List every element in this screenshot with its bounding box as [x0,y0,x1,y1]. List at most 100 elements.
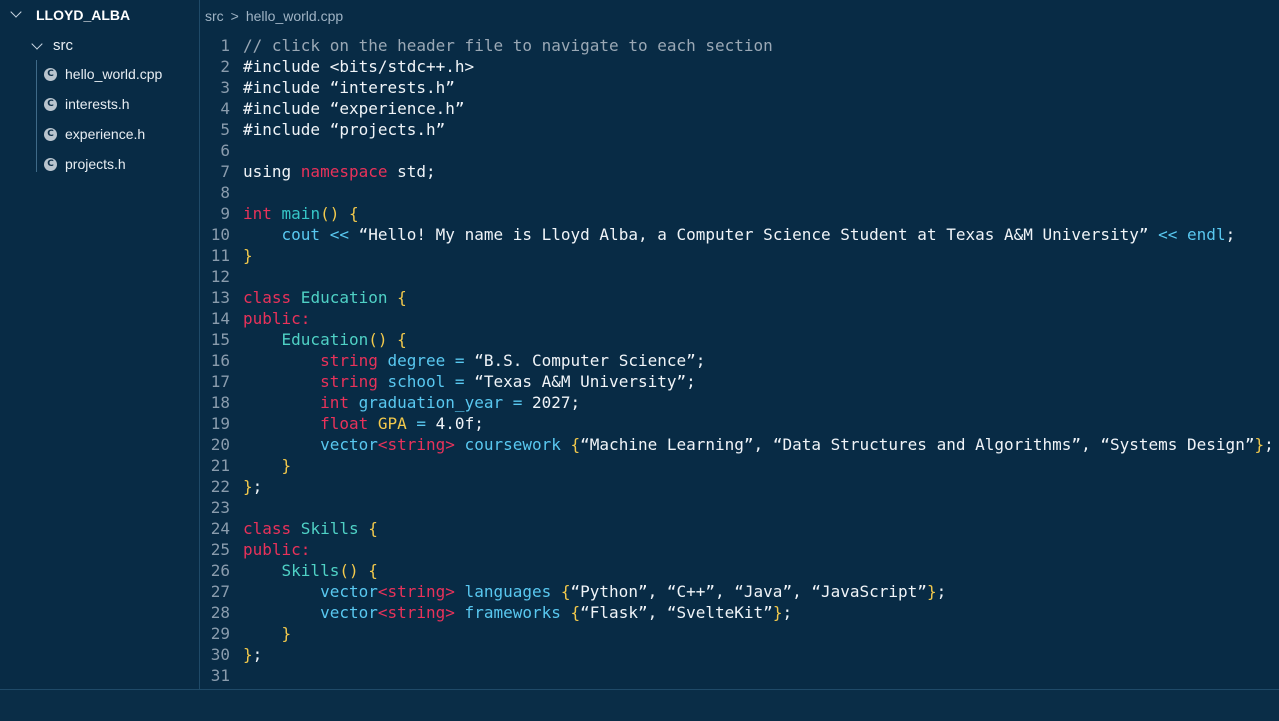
code-token: ; [252,477,263,496]
code-template-arg: <string> [377,435,455,454]
code-brace: } [772,603,783,622]
code-token: std; [387,162,436,181]
code-brace: } [1254,435,1265,454]
code-line: }; [243,476,262,497]
line-number: 31 [210,666,230,685]
file-item-label: hello_world.cpp [65,66,163,82]
code-operator: << [320,225,349,244]
code-class-name: Education [243,330,369,349]
code-class-name: Education [291,288,388,307]
code-string: “B.S. Computer Science”; [464,351,706,370]
code-line: using namespace std; [243,161,436,182]
code-variable: school [377,372,446,391]
code-number: 4.0f; [426,414,484,433]
workspace-root-label: LLOYD_ALBA [36,7,131,23]
code-token: ; [1264,435,1274,454]
code-line: Skills() { [243,560,378,581]
code-line: vector<string> languages {“Python”, “C++… [243,581,946,602]
code-token: ; [1225,225,1236,244]
code-editor[interactable]: 1 // click on the header file to navigate… [200,35,1279,687]
code-variable: GPA [368,414,407,433]
code-brace: { [560,603,581,622]
header-file-icon: C [44,158,57,171]
code-line: string school = “Texas A&M University”; [243,371,696,392]
code-line: Education() { [243,329,407,350]
code-brace: } [926,582,937,601]
cpp-file-icon: C [44,68,57,81]
line-number: 2 [220,57,230,76]
code-keyword: namespace [300,162,388,181]
chevron-down-icon[interactable] [10,6,22,18]
line-number: 20 [210,435,230,454]
workspace-root[interactable]: LLOYD_ALBA [0,0,199,30]
line-number: 26 [210,561,230,580]
code-type: vector [243,582,378,601]
code-line: vector<string> frameworks {“Flask”, “Sve… [243,602,792,623]
breadcrumb: src > hello_world.cpp [205,8,343,24]
code-keyword: class [243,519,292,538]
code-keyword: int [243,204,272,223]
breadcrumb-folder[interactable]: src [205,8,224,24]
file-item-label: projects.h [65,156,126,172]
code-string: “Hello! My name is Lloyd Alba, a Compute… [348,225,1149,244]
code-variable: coursework [454,435,561,454]
file-item-experience[interactable]: C experience.h [44,122,194,148]
code-token: ; [252,645,263,664]
code-brace: } [243,624,292,643]
file-explorer: LLOYD_ALBA src C hello_world.cpp C inter… [0,0,200,689]
folder-src-label: src [53,37,73,54]
file-item-label: experience.h [65,126,146,142]
code-line: }; [243,644,262,665]
folder-src[interactable]: src [0,31,199,59]
code-variable: degree [377,351,446,370]
line-number: 9 [220,204,230,223]
code-operator: = [445,372,465,391]
breadcrumb-file[interactable]: hello_world.cpp [246,8,343,24]
line-number: 23 [210,498,230,517]
code-variable: cout [243,225,321,244]
code-string: “Python”, “C++”, “Java”, “JavaScript” [570,582,927,601]
code-operator: = [503,393,523,412]
code-variable: languages [454,582,552,601]
header-file-icon: C [44,128,57,141]
code-type: string [243,351,378,370]
code-template-arg: <string> [377,603,455,622]
line-number: 7 [220,162,230,181]
code-line: class Skills { [243,518,378,539]
code-brace: } [243,246,253,265]
tree-indent-guide [36,60,37,172]
code-brace: { [551,582,571,601]
code-comment: // click on the header file to navigate … [243,36,773,55]
code-line: int main() { [243,203,359,224]
file-item-hello-world[interactable]: C hello_world.cpp [44,62,194,88]
code-type: string [243,372,378,391]
line-number: 14 [210,309,230,328]
code-brace: } [243,645,253,664]
code-number: 2027; [522,393,581,412]
line-number: 18 [210,393,230,412]
line-number: 17 [210,372,230,391]
code-include: #include “projects.h” [243,120,446,139]
code-class-name: Skills [291,519,359,538]
code-function: main [271,204,321,223]
code-include: #include <bits/stdc++.h> [243,57,475,76]
code-token: ; [782,603,793,622]
code-operator: << [1148,225,1178,244]
file-item-interests[interactable]: C interests.h [44,92,194,118]
code-line: int graduation_year = 2027; [243,392,580,413]
code-template-arg: <string> [377,582,455,601]
code-keyword: public: [243,540,311,559]
line-number: 16 [210,351,230,370]
code-variable: frameworks [454,603,561,622]
line-number: 5 [220,120,230,139]
line-number: 25 [210,540,230,559]
line-number: 28 [210,603,230,622]
chevron-down-icon[interactable] [31,38,43,50]
file-item-projects[interactable]: C projects.h [44,152,194,178]
line-number: 1 [220,36,230,55]
code-include: #include “experience.h” [243,99,465,118]
code-token: using [243,162,301,181]
line-number: 19 [210,414,230,433]
code-type: vector [243,435,378,454]
code-keyword: public: [243,309,311,328]
